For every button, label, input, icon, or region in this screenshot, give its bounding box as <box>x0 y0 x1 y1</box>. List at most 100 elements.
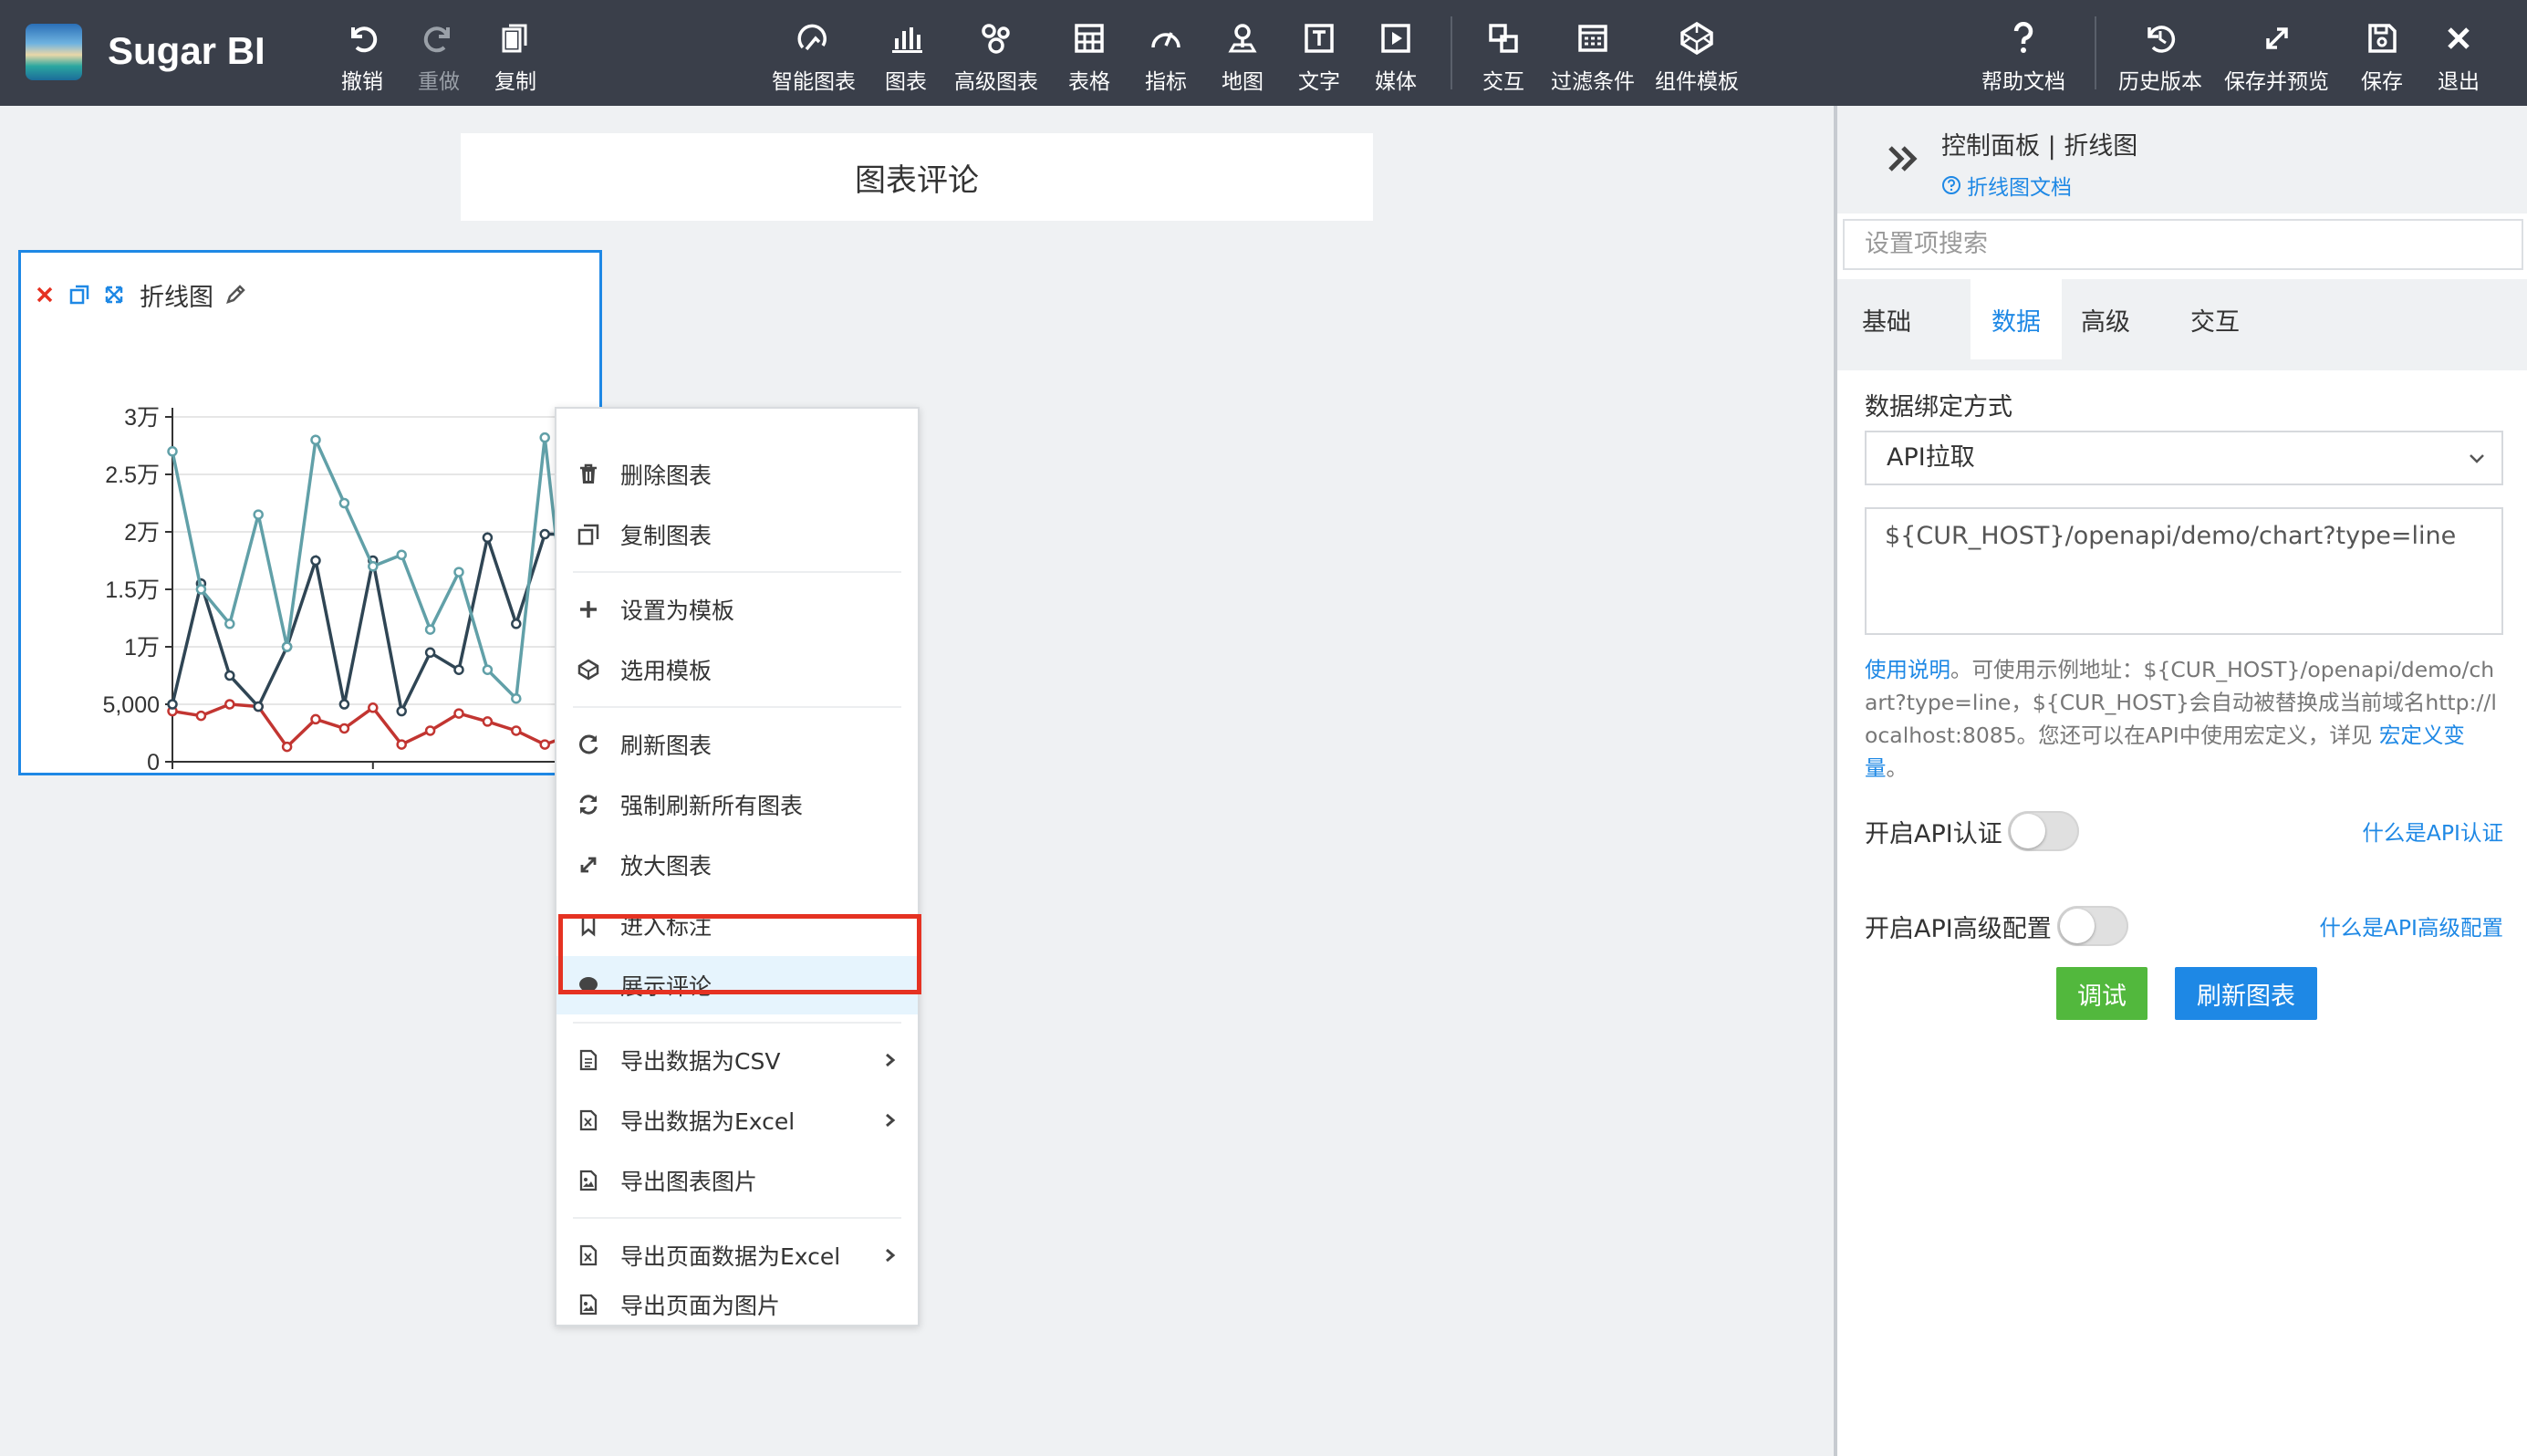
copy-button[interactable]: 复制 <box>494 18 536 95</box>
api-auth-toggle[interactable] <box>2007 811 2079 851</box>
image-file-icon <box>575 1167 602 1194</box>
usage-link[interactable]: 使用说明 <box>1865 657 1950 682</box>
api-url-input[interactable]: ${CUR_HOST}/openapi/demo/chart?type=line <box>1865 507 2503 635</box>
expand-icon <box>575 851 602 879</box>
smart-chart-button[interactable]: 智能图表 <box>772 18 856 95</box>
chart-label: 图表 <box>885 70 927 94</box>
chevron-right-icon <box>886 1248 896 1263</box>
page-title[interactable]: 图表评论 <box>461 133 1373 221</box>
menu-item-set-template[interactable]: 设置为模板 <box>556 580 918 639</box>
menu-item-export-chart-image[interactable]: 导出图表图片 <box>556 1151 918 1210</box>
data-point <box>281 641 293 652</box>
menu-item-label: 刷新图表 <box>620 733 712 759</box>
menu-item-enter-annotation[interactable]: 进入标注 <box>556 896 918 954</box>
component-template-label: 组件模板 <box>1655 70 1739 94</box>
media-label: 媒体 <box>1375 70 1417 94</box>
menu-divider <box>573 1217 901 1219</box>
comment-icon <box>575 972 602 999</box>
copy-icon <box>502 24 527 53</box>
api-auth-label: 开启API认证 <box>1865 819 2002 848</box>
text-label: 文字 <box>1298 70 1340 94</box>
menu-item-export-page-excel[interactable]: 导出页面数据为Excel <box>556 1226 918 1284</box>
y-tick-label: 2.5万 <box>105 463 160 488</box>
edit-pencil-icon[interactable] <box>223 282 248 307</box>
media-icon <box>1381 24 1410 53</box>
filter-label: 过滤条件 <box>1551 70 1635 94</box>
data-point <box>310 713 321 725</box>
redo-button[interactable]: 重做 <box>418 18 460 95</box>
component-template-button[interactable]: 组件模板 <box>1655 18 1739 95</box>
menu-item-refresh-chart[interactable]: 刷新图表 <box>556 715 918 774</box>
menu-divider <box>573 706 901 708</box>
data-point <box>368 561 379 572</box>
menu-item-delete-chart[interactable]: 删除图表 <box>556 445 918 504</box>
save-button[interactable]: 保存 <box>2361 18 2403 95</box>
data-point <box>253 509 264 520</box>
undo-button[interactable]: 撤销 <box>341 18 383 95</box>
expand-icon <box>2265 27 2288 49</box>
data-point <box>310 434 321 445</box>
chevron-right-icon <box>886 1113 896 1128</box>
data-point <box>396 705 407 717</box>
api-advanced-row: 开启API高级配置 什么是API高级配置 <box>1865 903 2503 949</box>
save-preview-button[interactable]: 保存并预览 <box>2224 18 2329 95</box>
menu-item-export-excel[interactable]: 导出数据为Excel <box>556 1091 918 1149</box>
panel-body: 数据绑定方式 API拉取 ${CUR_HOST}/openapi/demo/ch… <box>1837 106 2527 1191</box>
app-logo <box>26 24 82 80</box>
menu-item-copy-chart[interactable]: 复制图表 <box>556 505 918 564</box>
data-point <box>224 699 235 710</box>
copy-label: 复制 <box>494 70 536 94</box>
menu-item-export-csv[interactable]: 导出数据为CSV <box>556 1031 918 1089</box>
history-button[interactable]: 历史版本 <box>2118 18 2202 95</box>
media-button[interactable]: 媒体 <box>1375 18 1417 95</box>
menu-item-force-refresh-all[interactable]: 强制刷新所有图表 <box>556 775 918 834</box>
menu-item-label: 选用模板 <box>620 658 712 684</box>
indicator-label: 指标 <box>1145 70 1187 94</box>
map-label: 地图 <box>1222 70 1264 94</box>
y-tick-label: 1.5万 <box>105 577 160 603</box>
interaction-button[interactable]: 交互 <box>1482 18 1524 95</box>
indicator-button[interactable]: 指标 <box>1145 18 1187 95</box>
chevron-right-icon <box>886 1053 896 1067</box>
copy-icon <box>575 521 602 548</box>
data-point <box>482 664 494 675</box>
data-point <box>167 699 178 710</box>
menu-item-export-page-image[interactable]: 导出页面为图片 <box>556 1286 918 1323</box>
menu-item-zoom-chart[interactable]: 放大图表 <box>556 836 918 894</box>
chart-button[interactable]: 图表 <box>885 18 927 95</box>
copy-chart-icon[interactable] <box>67 282 92 307</box>
card-header: 折线图 <box>32 276 257 313</box>
text-button[interactable]: 文字 <box>1298 18 1340 95</box>
data-point <box>338 699 350 710</box>
smart-chart-icon <box>797 24 827 51</box>
debug-button[interactable]: 调试 <box>2056 967 2147 1020</box>
api-advanced-toggle[interactable] <box>2056 906 2128 946</box>
save-icon <box>2368 24 2397 53</box>
y-tick-label: 5,000 <box>102 692 160 718</box>
exit-button[interactable]: 退出 <box>2438 18 2480 95</box>
bookmark-icon <box>575 911 602 939</box>
advanced-chart-button[interactable]: 高级图表 <box>954 18 1038 95</box>
data-binding-select[interactable]: API拉取 <box>1865 431 2503 485</box>
help-docs-button[interactable]: 帮助文档 <box>1981 18 2065 95</box>
menu-item-show-comments[interactable]: 展示评论 <box>556 956 918 1014</box>
line-chart: 05,0001万1.5万2万2.5万3万2022-10-032022-10-10… <box>102 405 599 773</box>
undo-icon <box>351 26 378 53</box>
what-is-api-advanced-link[interactable]: 什么是API高级配置 <box>2319 910 2503 941</box>
menu-item-use-template[interactable]: 选用模板 <box>556 640 918 699</box>
fullscreen-icon[interactable] <box>101 282 127 307</box>
what-is-api-auth-link[interactable]: 什么是API认证 <box>2362 816 2503 847</box>
table-button[interactable]: 表格 <box>1068 18 1110 95</box>
data-point <box>368 702 379 713</box>
y-tick-label: 2万 <box>124 520 160 546</box>
chevron-down-icon <box>2470 454 2484 463</box>
map-button[interactable]: 地图 <box>1222 18 1264 95</box>
filter-icon <box>1578 25 1607 52</box>
filter-button[interactable]: 过滤条件 <box>1551 18 1635 95</box>
menu-item-label: 放大图表 <box>620 853 712 879</box>
data-point <box>511 619 522 629</box>
line-chart-card[interactable]: 折线图 05,0001万1.5万2万2.5万3万2022-10-032022-1… <box>18 250 602 775</box>
delete-chart-icon[interactable] <box>32 282 57 307</box>
refresh-chart-button[interactable]: 刷新图表 <box>2175 967 2317 1020</box>
data-point <box>338 723 350 734</box>
